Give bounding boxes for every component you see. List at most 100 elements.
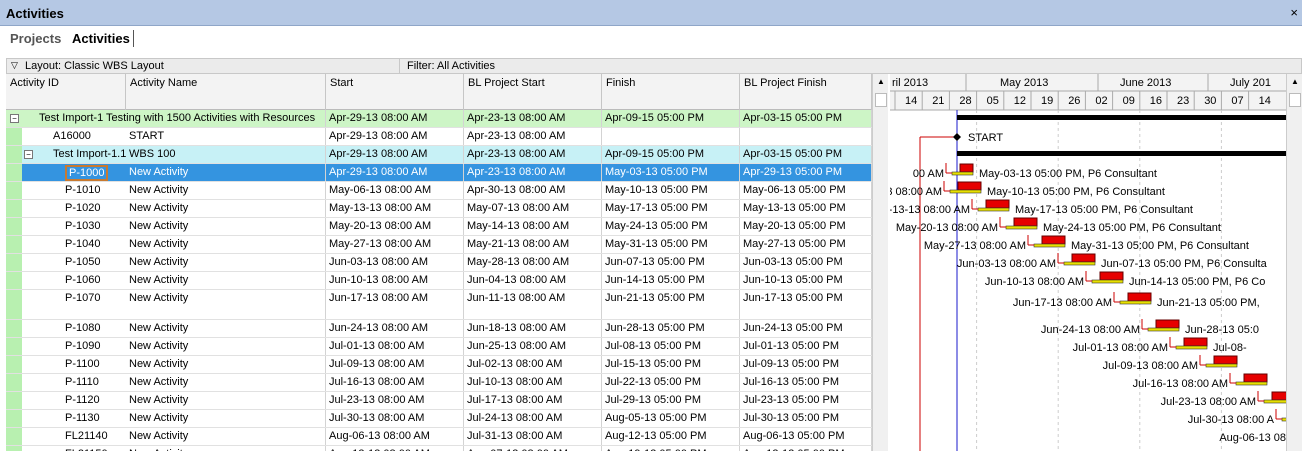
- cell[interactable]: Jul-29-13 05:00 PM: [602, 392, 740, 409]
- cell[interactable]: P-1050: [62, 254, 126, 271]
- cell[interactable]: P-1030: [62, 218, 126, 235]
- wbs-row[interactable]: − Test Import-1 Testing with 1500 Activiti…: [6, 110, 872, 128]
- cell[interactable]: Jun-11-13 08:00 AM: [464, 290, 602, 319]
- cell[interactable]: Aug-07-13 08:00 AM: [464, 446, 602, 451]
- cell[interactable]: May-21-13 08:00 AM: [464, 236, 602, 253]
- cell[interactable]: Jul-31-13 08:00 AM: [464, 428, 602, 445]
- cell[interactable]: Jul-30-13 05:00 PM: [740, 410, 872, 427]
- cell[interactable]: May-20-13 08:00 AM: [326, 218, 464, 235]
- cell[interactable]: May-06-13 08:00 AM: [326, 182, 464, 199]
- cell[interactable]: May-13-13 05:00 PM: [740, 200, 872, 217]
- column-header-activity-name[interactable]: Activity Name: [126, 74, 326, 110]
- table-row[interactable]: P-1100 New Activity Jul-09-13 08:00 AM Jul-…: [6, 356, 872, 374]
- cell[interactable]: New Activity: [126, 446, 326, 451]
- cell[interactable]: New Activity: [126, 392, 326, 409]
- cell[interactable]: Jul-16-13 05:00 PM: [740, 374, 872, 391]
- cell[interactable]: Aug-13-13 05:00 PM: [740, 446, 872, 451]
- cell[interactable]: Jul-10-13 08:00 AM: [464, 374, 602, 391]
- cell[interactable]: P-1000: [62, 164, 126, 181]
- table-row[interactable]: P-1130 New Activity Jul-30-13 08:00 AM Jul-…: [6, 410, 872, 428]
- table-row[interactable]: P-1060 New Activity Jun-10-13 08:00 AM Jun-…: [6, 272, 872, 290]
- cell[interactable]: May-27-13 08:00 AM: [326, 236, 464, 253]
- cell[interactable]: P-1060: [62, 272, 126, 289]
- wbs-row[interactable]: − Test Import-1.1 WBS 100 Apr-29-13 08:00 A…: [6, 146, 872, 164]
- close-icon[interactable]: ×: [1290, 5, 1298, 20]
- cell[interactable]: P-1090: [62, 338, 126, 355]
- cell[interactable]: May-13-13 08:00 AM: [326, 200, 464, 217]
- cell[interactable]: Aug-19-13 05:00 PM: [602, 446, 740, 451]
- cell[interactable]: Apr-29-13 08:00 AM: [326, 164, 464, 181]
- cell[interactable]: P-1080: [62, 320, 126, 337]
- cell[interactable]: Apr-03-15 05:00 PM: [740, 146, 872, 163]
- cell[interactable]: May-24-13 05:00 PM: [602, 218, 740, 235]
- cell[interactable]: FL21140: [62, 428, 126, 445]
- cell[interactable]: Jun-17-13 08:00 AM: [326, 290, 464, 319]
- cell[interactable]: Jun-03-13 08:00 AM: [326, 254, 464, 271]
- scroll-thumb[interactable]: [875, 93, 887, 107]
- cell[interactable]: New Activity: [126, 428, 326, 445]
- table-row[interactable]: FL21140 New Activity Aug-06-13 08:00 AM Jul…: [6, 428, 872, 446]
- column-header-start[interactable]: Start: [326, 74, 464, 110]
- cell[interactable]: Jul-16-13 08:00 AM: [326, 374, 464, 391]
- table-row[interactable]: P-1030 New Activity May-20-13 08:00 AM May-…: [6, 218, 872, 236]
- cell[interactable]: Jun-18-13 08:00 AM: [464, 320, 602, 337]
- cell[interactable]: Apr-29-13 08:00 AM: [326, 110, 464, 127]
- cell[interactable]: Apr-23-13 08:00 AM: [464, 164, 602, 181]
- cell[interactable]: Jul-24-13 08:00 AM: [464, 410, 602, 427]
- layout-label[interactable]: Layout: Classic WBS Layout: [25, 60, 164, 72]
- table-row[interactable]: P-1040 New Activity May-27-13 08:00 AM May-…: [6, 236, 872, 254]
- table-row[interactable]: A16000 START Apr-29-13 08:00 AM Apr-23-13 0…: [6, 128, 872, 146]
- tab-activities[interactable]: Activities: [69, 30, 134, 47]
- table-row[interactable]: P-1000 New Activity Apr-29-13 08:00 AM Apr-…: [6, 164, 872, 182]
- cell[interactable]: Jul-01-13 05:00 PM: [740, 338, 872, 355]
- cell[interactable]: Jul-22-13 05:00 PM: [602, 374, 740, 391]
- cell[interactable]: Apr-29-13 08:00 AM: [326, 128, 464, 145]
- cell[interactable]: Apr-23-13 08:00 AM: [464, 110, 602, 127]
- table-vertical-scrollbar[interactable]: ▲: [872, 74, 888, 451]
- table-row[interactable]: FL21150New ActivityAug-13-13 08:00 AMAug…: [6, 446, 872, 451]
- cell[interactable]: P-1020: [62, 200, 126, 217]
- cell[interactable]: New Activity: [126, 374, 326, 391]
- cell[interactable]: Aug-12-13 05:00 PM: [602, 428, 740, 445]
- cell[interactable]: P-1120: [62, 392, 126, 409]
- cell-id[interactable]: P-1000: [65, 165, 109, 181]
- cell[interactable]: Aug-06-13 08:00 AM: [326, 428, 464, 445]
- scroll-up-icon[interactable]: ▲: [877, 77, 885, 86]
- table-row[interactable]: P-1120 New Activity Jul-23-13 08:00 AM Jul-…: [6, 392, 872, 410]
- cell[interactable]: P-1130: [62, 410, 126, 427]
- cell[interactable]: Jun-04-13 08:00 AM: [464, 272, 602, 289]
- cell[interactable]: Jul-02-13 08:00 AM: [464, 356, 602, 373]
- cell[interactable]: Apr-29-13 08:00 AM: [326, 146, 464, 163]
- filter-label[interactable]: Filter: All Activities: [407, 60, 495, 72]
- cell[interactable]: Jul-09-13 05:00 PM: [740, 356, 872, 373]
- cell[interactable]: Testing with 1500 Activities with Resour…: [106, 110, 326, 127]
- collapse-toggle-icon[interactable]: −: [24, 150, 33, 159]
- cell[interactable]: Jul-30-13 08:00 AM: [326, 410, 464, 427]
- cell[interactable]: P-1110: [62, 374, 126, 391]
- cell[interactable]: Aug-05-13 05:00 PM: [602, 410, 740, 427]
- column-header-bl-project-start[interactable]: BL Project Start: [464, 74, 602, 110]
- cell[interactable]: May-31-13 05:00 PM: [602, 236, 740, 253]
- cell[interactable]: Jun-03-13 05:00 PM: [740, 254, 872, 271]
- cell[interactable]: Jul-17-13 08:00 AM: [464, 392, 602, 409]
- cell[interactable]: Jun-24-13 05:00 PM: [740, 320, 872, 337]
- layout-dropdown-icon[interactable]: ▽: [11, 60, 18, 71]
- column-header-bl-project-finish[interactable]: BL Project Finish: [740, 74, 872, 110]
- cell[interactable]: New Activity: [126, 320, 326, 337]
- cell[interactable]: Jun-10-13 08:00 AM: [326, 272, 464, 289]
- cell[interactable]: Jul-08-13 05:00 PM: [602, 338, 740, 355]
- cell[interactable]: Jul-15-13 05:00 PM: [602, 356, 740, 373]
- cell[interactable]: Test Import-1.1: [50, 146, 126, 163]
- cell[interactable]: P-1070: [62, 290, 126, 319]
- collapse-toggle-icon[interactable]: −: [10, 114, 19, 123]
- cell[interactable]: May-28-13 08:00 AM: [464, 254, 602, 271]
- cell[interactable]: Apr-29-13 05:00 PM: [740, 164, 872, 181]
- cell[interactable]: Aug-06-13 05:00 PM: [740, 428, 872, 445]
- cell[interactable]: New Activity: [126, 254, 326, 271]
- gantt-scroll-thumb[interactable]: [1289, 93, 1301, 107]
- cell[interactable]: Aug-13-13 08:00 AM: [326, 446, 464, 451]
- column-header-finish[interactable]: Finish: [602, 74, 740, 110]
- gantt-vertical-scrollbar[interactable]: ▲: [1286, 74, 1302, 451]
- cell[interactable]: Jul-23-13 08:00 AM: [326, 392, 464, 409]
- cell[interactable]: New Activity: [126, 182, 326, 199]
